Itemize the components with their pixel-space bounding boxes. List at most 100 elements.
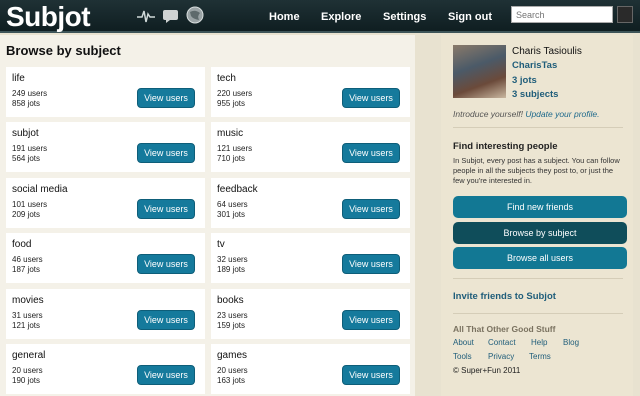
- subject-card: general 20 users 190 jots View users: [6, 344, 205, 394]
- profile-username-link[interactable]: CharisTas: [512, 60, 557, 71]
- subject-card: tv 32 users 189 jots View users: [211, 233, 410, 283]
- update-profile-link[interactable]: Update your profile.: [525, 109, 599, 119]
- subject-jots-count: 955 jots: [217, 99, 246, 108]
- avatar[interactable]: [453, 45, 506, 98]
- divider: [453, 278, 623, 279]
- top-bar: Subjot Home Explore Settings Sign out: [0, 0, 640, 33]
- footer-link-terms[interactable]: Terms: [529, 352, 551, 361]
- globe-icon[interactable]: [186, 6, 204, 24]
- subject-stats: 32 users 189 jots: [217, 255, 248, 275]
- profile-subjects-link[interactable]: 3 subjects: [512, 89, 558, 100]
- view-users-button[interactable]: View users: [342, 310, 400, 330]
- subject-card: music 121 users 710 jots View users: [211, 122, 410, 172]
- footer-link-tools[interactable]: Tools: [453, 352, 472, 361]
- invite-friends-link[interactable]: Invite friends to Subjot: [453, 291, 556, 302]
- intro-prompt: Introduce yourself!: [453, 109, 523, 119]
- subject-users-count: 101 users: [12, 200, 48, 209]
- view-users-button[interactable]: View users: [137, 199, 195, 219]
- browse-all-users-button[interactable]: Browse all users: [453, 247, 627, 269]
- other-stuff-title: All That Other Good Stuff: [453, 324, 556, 334]
- subject-jots-count: 189 jots: [217, 265, 246, 274]
- subject-stats: 64 users 301 jots: [217, 200, 248, 220]
- view-users-button[interactable]: View users: [342, 88, 400, 108]
- view-users-button[interactable]: View users: [342, 365, 400, 385]
- view-users-button[interactable]: View users: [137, 254, 195, 274]
- subject-stats: 46 users 187 jots: [12, 255, 43, 275]
- subject-jots-count: 121 jots: [12, 321, 41, 330]
- subject-stats: 31 users 121 jots: [12, 311, 43, 331]
- nav-sign-out[interactable]: Sign out: [448, 11, 492, 23]
- subject-stats: 191 users 564 jots: [12, 144, 47, 164]
- subject-card: subjot 191 users 564 jots View users: [6, 122, 205, 172]
- subject-card: games 20 users 163 jots View users: [211, 344, 410, 394]
- chat-bubble-icon[interactable]: [162, 8, 180, 24]
- subject-stats: 20 users 163 jots: [217, 366, 248, 386]
- nav-settings[interactable]: Settings: [383, 11, 426, 23]
- subject-users-count: 191 users: [12, 144, 48, 153]
- subject-users-count: 20 users: [217, 366, 248, 375]
- subject-users-count: 20 users: [12, 366, 43, 375]
- footer-link-privacy[interactable]: Privacy: [488, 352, 514, 361]
- subject-card: tech 220 users 955 jots View users: [211, 67, 410, 117]
- footer-link-blog[interactable]: Blog: [563, 338, 579, 347]
- subject-jots-count: 858 jots: [12, 99, 41, 108]
- view-users-button[interactable]: View users: [137, 88, 195, 108]
- subject-name[interactable]: movies: [12, 295, 44, 306]
- subject-card: books 23 users 159 jots View users: [211, 289, 410, 339]
- subject-name[interactable]: general: [12, 350, 45, 361]
- subject-stats: 20 users 190 jots: [12, 366, 43, 386]
- view-users-button[interactable]: View users: [137, 365, 195, 385]
- subject-name[interactable]: tv: [217, 239, 225, 250]
- footer-link-help[interactable]: Help: [531, 338, 547, 347]
- subject-card: social media 101 users 209 jots View use…: [6, 178, 205, 228]
- view-users-button[interactable]: View users: [342, 143, 400, 163]
- view-users-button[interactable]: View users: [137, 143, 195, 163]
- subject-name[interactable]: food: [12, 239, 31, 250]
- subject-stats: 249 users 858 jots: [12, 89, 47, 109]
- subject-users-count: 31 users: [12, 311, 43, 320]
- subject-users-count: 249 users: [12, 89, 48, 98]
- profile-name: Charis Tasioulis: [512, 46, 582, 57]
- find-people-title: Find interesting people: [453, 141, 558, 152]
- copyright: © Super+Fun 2011: [453, 366, 521, 375]
- browse-panel: Browse by subject life 249 users 858 jot…: [0, 35, 415, 396]
- footer-link-contact[interactable]: Contact: [488, 338, 516, 347]
- find-new-friends-button[interactable]: Find new friends: [453, 196, 627, 218]
- footer-link-about[interactable]: About: [453, 338, 474, 347]
- activity-icon[interactable]: [137, 8, 155, 24]
- subject-users-count: 220 users: [217, 89, 253, 98]
- subject-jots-count: 163 jots: [217, 376, 246, 385]
- view-users-button[interactable]: View users: [137, 310, 195, 330]
- divider: [453, 127, 623, 128]
- subject-name[interactable]: tech: [217, 73, 236, 84]
- subject-jots-count: 209 jots: [12, 210, 41, 219]
- divider: [453, 313, 623, 314]
- subject-name[interactable]: feedback: [217, 184, 258, 195]
- profile-jots-link[interactable]: 3 jots: [512, 75, 537, 86]
- app-logo[interactable]: Subjot: [6, 1, 91, 33]
- subject-users-count: 32 users: [217, 255, 248, 264]
- subject-name[interactable]: music: [217, 128, 243, 139]
- subject-name[interactable]: subjot: [12, 128, 39, 139]
- browse-by-subject-button[interactable]: Browse by subject: [453, 222, 627, 244]
- subject-users-count: 46 users: [12, 255, 43, 264]
- subject-name[interactable]: books: [217, 295, 244, 306]
- subject-name[interactable]: games: [217, 350, 247, 361]
- view-users-button[interactable]: View users: [342, 254, 400, 274]
- nav-home[interactable]: Home: [269, 11, 300, 23]
- subject-name[interactable]: life: [12, 73, 25, 84]
- view-users-button[interactable]: View users: [342, 199, 400, 219]
- subject-stats: 23 users 159 jots: [217, 311, 248, 331]
- subject-stats: 121 users 710 jots: [217, 144, 252, 164]
- search-input[interactable]: [511, 6, 613, 23]
- intro-text: Introduce yourself! Update your profile.: [453, 109, 600, 119]
- subject-jots-count: 710 jots: [217, 154, 246, 163]
- subject-stats: 220 users 955 jots: [217, 89, 252, 109]
- nav-explore[interactable]: Explore: [321, 11, 361, 23]
- subject-card: life 249 users 858 jots View users: [6, 67, 205, 117]
- subject-users-count: 64 users: [217, 200, 248, 209]
- subject-stats: 101 users 209 jots: [12, 200, 47, 220]
- subject-card: feedback 64 users 301 jots View users: [211, 178, 410, 228]
- search-button[interactable]: [617, 6, 633, 23]
- subject-name[interactable]: social media: [12, 184, 68, 195]
